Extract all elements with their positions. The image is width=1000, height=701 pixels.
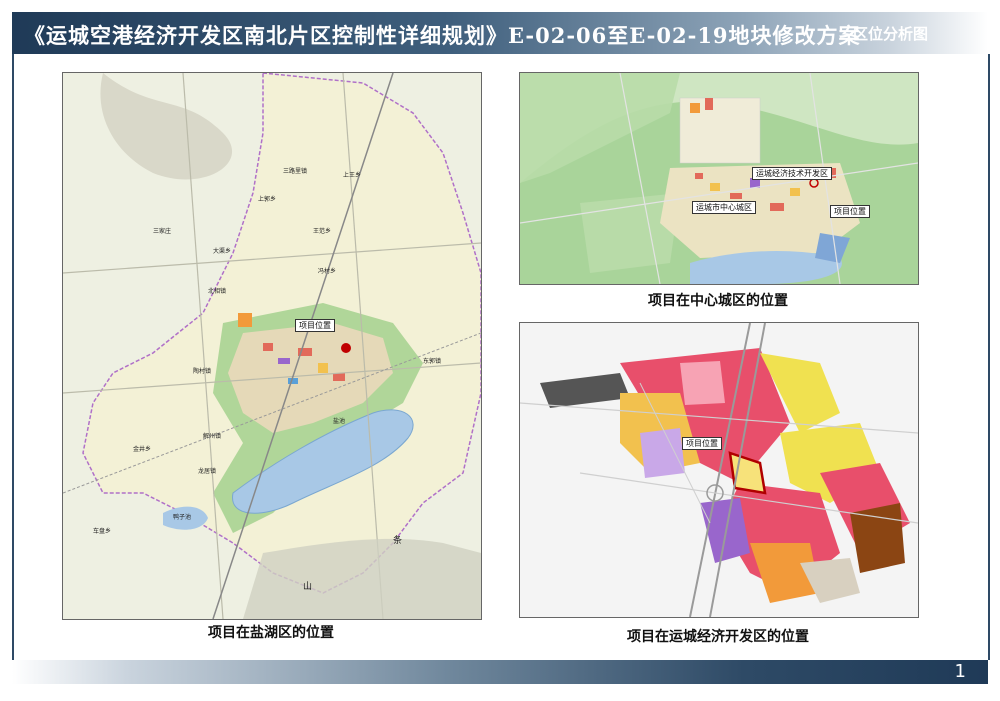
caption-economic-zone: 项目在运城经济开发区的位置 <box>627 629 809 645</box>
project-callout: 项目位置 <box>295 319 335 332</box>
caption-central-city: 项目在中心城区的位置 <box>648 293 788 309</box>
map-label: 鸭子池 <box>173 513 191 521</box>
map-label: 上王乡 <box>343 171 361 179</box>
document-title: 《运城空港经济开发区南北片区控制性详细规划》E-02-06至E-02-19地块修… <box>24 23 861 48</box>
map-central-city-svg <box>520 73 918 284</box>
map-label: 王范乡 <box>313 227 331 235</box>
map-label: 盐池 <box>333 417 345 425</box>
project-marker <box>341 343 351 353</box>
map-label: 陶村镇 <box>193 367 211 375</box>
callout-project: 项目位置 <box>682 437 722 450</box>
map-central-city: 运城经济技术开发区 运城市中心城区 项目位置 <box>519 72 919 285</box>
map-yanhu-district: 三路里镇 上王乡 上郭乡 三家庄 北相镇 王范乡 大渠乡 冯村乡 东郭镇 陶村镇… <box>62 72 482 620</box>
map-economic-zone: 项目位置 <box>519 322 919 618</box>
map-label: 车盘乡 <box>93 527 111 535</box>
callout-economic-zone: 运城经济技术开发区 <box>752 167 832 180</box>
map-label: 东郭镇 <box>423 357 441 365</box>
map-label: 冯村乡 <box>318 267 336 275</box>
map-economic-zone-svg <box>520 323 918 617</box>
callout-central-city: 运城市中心城区 <box>692 201 756 214</box>
map-label: 三家庄 <box>153 227 171 235</box>
map-label: 大渠乡 <box>213 247 231 255</box>
map-label: 龙居镇 <box>198 467 216 475</box>
map-label: 金井乡 <box>133 445 151 453</box>
map-label: 上郭乡 <box>258 195 276 203</box>
map-label: 三路里镇 <box>283 167 307 175</box>
sheet-tag: 区位分析图 <box>852 25 928 43</box>
map-yanhu-svg: 三路里镇 上王乡 上郭乡 三家庄 北相镇 王范乡 大渠乡 冯村乡 东郭镇 陶村镇… <box>63 73 481 619</box>
caption-yanhu: 项目在盐湖区的位置 <box>208 625 334 641</box>
map-label: 解州镇 <box>203 432 221 440</box>
map-label: 条 <box>393 534 402 546</box>
callout-project: 项目位置 <box>830 205 870 218</box>
page-number: 1 <box>954 661 966 682</box>
map-label: 山 <box>303 581 312 592</box>
title-bar: 《运城空港经济开发区南北片区控制性详细规划》E-02-06至E-02-19地块修… <box>12 12 988 54</box>
footer-bar: 1 <box>12 660 988 684</box>
map-label: 北相镇 <box>208 287 226 295</box>
